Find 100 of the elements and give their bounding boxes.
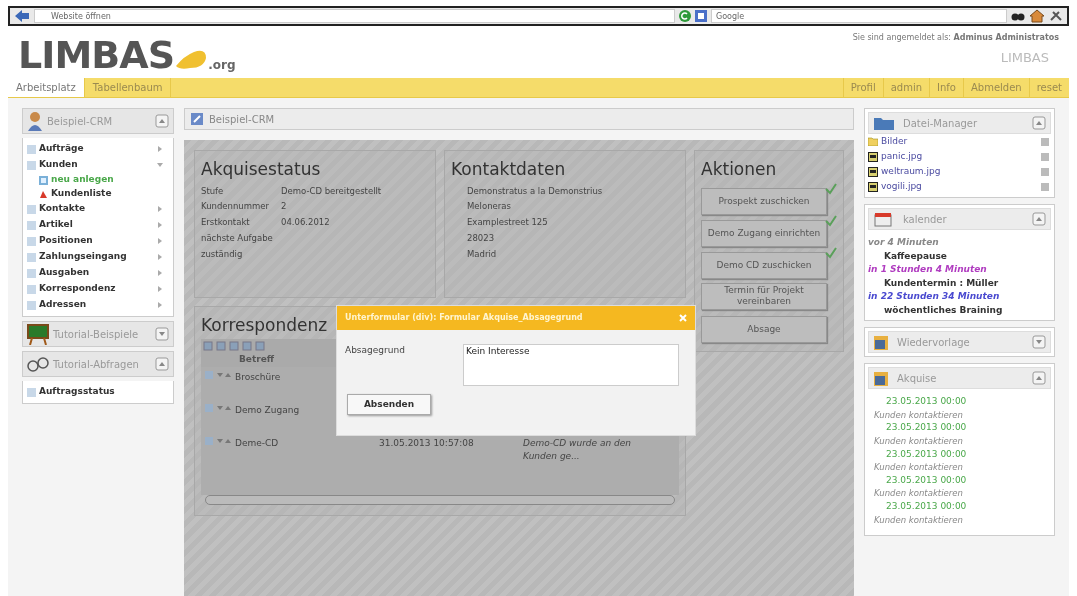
sidebar-item[interactable]: Kunden	[27, 157, 169, 173]
task-text[interactable]: Kunden kontaktieren	[874, 487, 1051, 500]
sidebar-item[interactable]: Kontakte	[27, 201, 169, 217]
event-title[interactable]: wöchentliches Braining	[884, 303, 1003, 317]
image-file-icon	[868, 151, 878, 162]
panel-title: kalender	[903, 212, 948, 227]
url-field[interactable]: Website öffnen	[34, 9, 675, 23]
reload-icon[interactable]	[679, 10, 691, 22]
logo-suffix: .org	[208, 57, 236, 74]
field-label: zuständig	[201, 247, 244, 261]
collapse-icon[interactable]	[1032, 371, 1046, 385]
contact-line: Meloneras	[467, 200, 512, 213]
folder-icon	[873, 333, 889, 351]
field-value: Demo-CD bereitgestellt	[281, 184, 383, 198]
sidebar-item[interactable]: Zahlungseingang	[27, 249, 169, 265]
binoculars-icon	[1011, 11, 1025, 21]
file-item[interactable]: Bilder	[868, 134, 1051, 149]
logo-text: LIMBAS	[18, 36, 175, 74]
expand-icon[interactable]	[155, 327, 169, 341]
sort-arrows-icon[interactable]	[217, 370, 231, 379]
search-field[interactable]: Google	[711, 9, 1007, 23]
field-label: nächste Aufgabe	[201, 231, 274, 245]
back-icon[interactable]	[14, 9, 30, 23]
task-text[interactable]: Kunden kontaktieren	[874, 513, 1051, 527]
file-item[interactable]: panic.jpg	[868, 149, 1051, 164]
task-text[interactable]: Kunden kontaktieren	[874, 434, 1051, 448]
panel-title: Akquise	[897, 371, 938, 386]
task-text[interactable]: Kunden kontaktieren	[874, 461, 1051, 474]
task-text[interactable]: Kunden kontaktieren	[874, 408, 1051, 422]
contact-line: Demonstratus a la Demonstrius	[467, 184, 604, 198]
event-time: vor 4 Minuten	[868, 236, 939, 249]
expand-icon[interactable]	[1032, 335, 1046, 349]
action-button[interactable]: Demo CD zuschicken	[701, 251, 827, 279]
table-cell-text: Broschüre	[235, 370, 282, 384]
reason-field[interactable]: Kein Interesse	[463, 344, 679, 386]
close-icon[interactable]	[679, 314, 687, 322]
event-time: in 22 Stunden 34 Minuten	[868, 290, 1000, 303]
table-cell-text: Deme-CD	[235, 436, 280, 450]
task-date: 23.05.2013 00:00	[885, 395, 968, 408]
panel-title: Datei-Manager	[903, 116, 979, 131]
card-title: Kontaktdaten	[451, 158, 567, 181]
dialog-title: Unterformular (div): Formular Akquise_Absagegrund	[345, 312, 583, 324]
search-engine-icon	[695, 10, 707, 22]
collapse-icon[interactable]	[1032, 116, 1046, 130]
collapse-icon[interactable]	[155, 357, 169, 371]
sidebar-item[interactable]: Adressen	[27, 297, 169, 313]
field-label: Erstkontakt	[201, 216, 251, 229]
field-value: 04.06.2012	[281, 216, 331, 229]
collapse-icon[interactable]	[1032, 212, 1046, 226]
folder-icon	[873, 369, 889, 387]
panel-title: Beispiel-CRM	[47, 114, 114, 129]
image-file-icon	[868, 166, 878, 177]
chalkboard-icon	[27, 323, 49, 345]
contact-line: 28023	[467, 231, 496, 245]
scrollbar[interactable]	[205, 495, 675, 505]
sidebar-item[interactable]: Artikel	[27, 217, 169, 233]
sort-arrows-icon[interactable]	[217, 436, 231, 445]
task-date: 23.05.2013 00:00	[885, 421, 968, 435]
file-item[interactable]: vogili.jpg	[868, 179, 1051, 194]
field-value: 2	[281, 200, 288, 213]
event-time: in 1 Stunden 4 Minuten	[868, 263, 987, 276]
submit-button[interactable]: Absenden	[347, 394, 431, 415]
contact-line: Madrid	[467, 247, 498, 261]
image-file-icon	[868, 181, 878, 192]
panel-title: Wiedervorlage	[897, 335, 971, 350]
action-button[interactable]: Demo Zugang einrichten	[701, 219, 827, 247]
card-title: Akquisestatus	[201, 158, 322, 181]
collapse-icon[interactable]	[155, 114, 169, 128]
panel-title: Tutorial-Beispiele	[53, 327, 140, 342]
folder-icon	[873, 115, 895, 131]
task-date: 23.05.2013 00:00	[885, 447, 968, 461]
login-status: Sie sind angemeldet als: Adminus Administratos	[852, 32, 1059, 44]
action-button[interactable]: Prospekt zuschicken	[701, 187, 827, 215]
file-item[interactable]: weltraum.jpg	[868, 164, 1051, 179]
folder-icon	[868, 137, 878, 146]
tab[interactable]: Arbeitsplatz	[8, 78, 85, 97]
glasses-icon	[27, 355, 49, 373]
sidebar-item[interactable]: Korrespondenz	[27, 281, 169, 297]
event-title[interactable]: Kundentermin : Müller	[884, 276, 999, 290]
sidebar-subitem[interactable]: Kundenliste	[27, 187, 169, 201]
logo-icon	[174, 48, 209, 70]
sort-arrows-icon[interactable]	[217, 403, 231, 412]
event-title[interactable]: Kaffeepause	[884, 249, 947, 263]
task-date: 23.05.2013 00:00	[885, 473, 968, 487]
table-cell-text: Demo-CD wurde an den Kunden ge...	[523, 436, 632, 463]
field-label: Kundennummer	[201, 200, 270, 213]
task-date: 23.05.2013 00:00	[885, 500, 968, 513]
sidebar-item[interactable]: Positionen	[27, 233, 169, 249]
sidebar-item[interactable]: Ausgaben	[27, 265, 169, 281]
brand-text: LIMBAS	[1000, 49, 1050, 67]
sidebar-item[interactable]: Aufträge	[27, 141, 169, 157]
calendar-icon	[873, 211, 895, 227]
action-button[interactable]: Termin für Projekt vereinbaren	[701, 282, 827, 310]
panel-title: Tutorial-Abfragen	[53, 357, 140, 372]
page-title: Beispiel-CRM	[209, 112, 275, 127]
field-label: Absagegrund	[345, 344, 406, 357]
action-button[interactable]: Absage	[701, 316, 827, 343]
table-cell-text: 31.05.2013 10:57:08	[379, 436, 475, 450]
card-title: Korrespondenz	[201, 314, 328, 337]
home-icon[interactable]	[1029, 9, 1045, 23]
